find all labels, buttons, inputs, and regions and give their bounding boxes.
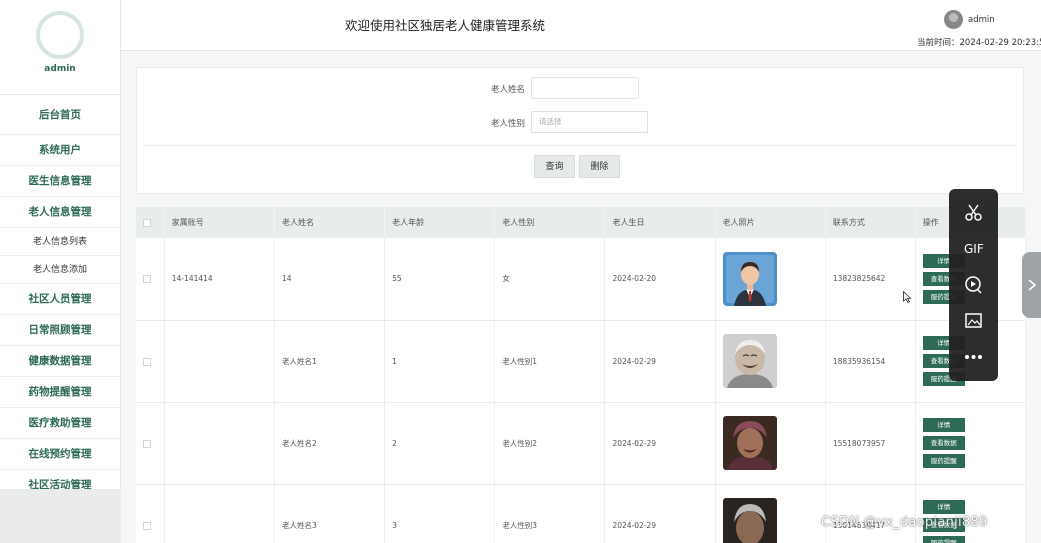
cell-name: 老人姓名3: [274, 484, 386, 543]
cell-photo: [715, 238, 826, 321]
cell-phone: 13823825642: [825, 238, 916, 321]
select-all-checkbox[interactable]: [143, 218, 151, 227]
col-header-photo: 老人照片: [715, 207, 826, 238]
col-header-account: 家属账号: [164, 207, 275, 238]
cell-gender: 女: [494, 238, 606, 321]
cell-phone: 13014638417: [825, 484, 916, 543]
medication-reminder-button[interactable]: 服药提醒: [922, 536, 965, 543]
sidebar-subitem-elder-add[interactable]: 老人信息添加: [0, 256, 120, 284]
view-data-button[interactable]: 查看数据: [922, 436, 965, 450]
cell-age: 55: [384, 238, 496, 321]
cell-gender: 老人性别3: [494, 484, 606, 543]
row-checkbox[interactable]: [143, 357, 151, 366]
cell-birthday: 2024-02-20: [604, 238, 716, 321]
sidebar-item-home[interactable]: 后台首页: [0, 95, 120, 135]
sidebar-item-doctors[interactable]: 医生信息管理: [0, 166, 120, 197]
cell-age: 1: [384, 320, 496, 403]
cell-age: 3: [384, 484, 496, 543]
divider: [145, 145, 1015, 146]
cell-name: 老人姓名2: [274, 402, 386, 485]
cell-gender: 老人性别1: [494, 320, 606, 403]
col-header-name: 老人姓名: [274, 207, 386, 238]
sidebar-item-health-data[interactable]: 健康数据管理: [0, 346, 120, 377]
search-panel: 老人姓名 老人性别 请选择 查询 删除: [136, 67, 1024, 194]
cell-birthday: 2024-02-29: [604, 402, 716, 485]
detail-button[interactable]: 详情: [922, 500, 965, 514]
medication-reminder-button[interactable]: 服药提醒: [922, 454, 965, 468]
sidebar-item-online-booking[interactable]: 在线预约管理: [0, 439, 120, 470]
cell-account: [164, 320, 275, 403]
row-checkbox[interactable]: [143, 521, 151, 530]
cell-photo: [715, 484, 826, 543]
header-username[interactable]: admin: [968, 15, 995, 25]
elder-photo: [722, 498, 777, 543]
cell-ops: 详情 查看数据 服药提醒: [915, 484, 1026, 543]
sidebar-item-system-users[interactable]: 系统用户: [0, 135, 120, 166]
cell-name: 老人姓名1: [274, 320, 386, 403]
sidebar: admin 后台首页 系统用户 医生信息管理 老人信息管理 老人信息列表 老人信…: [0, 0, 121, 543]
cell-birthday: 2024-02-29: [604, 484, 716, 543]
col-header-age: 老人年龄: [384, 207, 496, 238]
cell-account: [164, 484, 275, 543]
mouse-cursor-icon: [903, 288, 912, 304]
cell-phone: 18835936154: [825, 320, 916, 403]
sidebar-item-elders[interactable]: 老人信息管理: [0, 197, 120, 228]
image-icon[interactable]: [963, 310, 984, 331]
select-all-checkbox-cell[interactable]: [136, 207, 165, 238]
name-label: 老人姓名: [491, 85, 526, 95]
cell-account: 14-141414: [164, 238, 275, 321]
sidebar-username: admin: [44, 64, 76, 74]
gif-icon[interactable]: GIF: [963, 238, 984, 259]
sidebar-item-daily-care[interactable]: 日常照顾管理: [0, 315, 120, 346]
col-header-birthday: 老人生日: [604, 207, 716, 238]
cell-birthday: 2024-02-29: [604, 320, 716, 403]
sidebar-subitem-elder-list[interactable]: 老人信息列表: [0, 228, 120, 256]
record-icon[interactable]: [963, 274, 984, 295]
scissors-icon[interactable]: [963, 202, 984, 223]
delete-button[interactable]: 删除: [579, 155, 620, 178]
gender-select[interactable]: 请选择: [531, 111, 648, 133]
sidebar-profile: admin: [0, 11, 120, 95]
sidebar-item-medication-reminder[interactable]: 药物提醒管理: [0, 377, 120, 408]
cell-age: 2: [384, 402, 496, 485]
cell-photo: [715, 402, 826, 485]
sidebar-item-medical-aid[interactable]: 医疗救助管理: [0, 408, 120, 439]
row-checkbox[interactable]: [143, 439, 151, 448]
cell-gender: 老人性别2: [494, 402, 606, 485]
row-checkbox[interactable]: [143, 275, 151, 284]
table-row: 老人姓名2 2 老人性别2 2024-02-29 15518073957 详情 …: [136, 402, 1026, 485]
cell-account: [164, 402, 275, 485]
svg-text:GIF: GIF: [964, 242, 984, 256]
table-header-row: 家属账号 老人姓名 老人年龄 老人性别 老人生日 老人照片 联系方式 操作: [136, 207, 1026, 238]
table-row: 老人姓名3 3 老人性别3 2024-02-29 13014638417 详情 …: [136, 484, 1026, 543]
chevron-right-icon[interactable]: [1022, 252, 1041, 318]
watermark: CSDN @vx_daopianji889: [821, 515, 988, 530]
page-title: 欢迎使用社区独居老人健康管理系统: [345, 18, 546, 33]
avatar[interactable]: [36, 11, 84, 59]
cell-ops: 详情 查看数据 服药提醒: [915, 402, 1026, 485]
col-header-gender: 老人性别: [494, 207, 606, 238]
table-row: 老人姓名1 1 老人性别1 2024-02-29 18835936154 详情 …: [136, 320, 1026, 403]
current-time: 当前时间：2024-02-29 20:23:53: [917, 38, 1041, 48]
elder-photo: [722, 334, 777, 388]
elder-photo: [722, 251, 777, 306]
name-search-input[interactable]: [531, 77, 639, 99]
cell-name: 14: [274, 238, 386, 321]
sidebar-item-community-staff[interactable]: 社区人员管理: [0, 284, 120, 315]
col-header-phone: 联系方式: [825, 207, 916, 238]
top-header: 欢迎使用社区独居老人健康管理系统 admin 当前时间：2024-02-29 2…: [121, 0, 1041, 51]
table-row: 14-141414 14 55 女 2024-02-20 13823825642…: [136, 238, 1026, 321]
user-avatar-icon[interactable]: [944, 10, 963, 29]
cell-phone: 15518073957: [825, 402, 916, 485]
sidebar-footer: [0, 489, 121, 543]
gender-label: 老人性别: [491, 119, 526, 129]
elder-table: 家属账号 老人姓名 老人年龄 老人性别 老人生日 老人照片 联系方式 操作 14…: [136, 207, 1026, 543]
cell-photo: [715, 320, 826, 403]
detail-button[interactable]: 详情: [922, 418, 965, 432]
query-button[interactable]: 查询: [534, 155, 575, 178]
elder-photo: [722, 416, 777, 470]
more-icon[interactable]: [963, 346, 984, 367]
screenshot-toolbar: GIF: [949, 189, 998, 381]
